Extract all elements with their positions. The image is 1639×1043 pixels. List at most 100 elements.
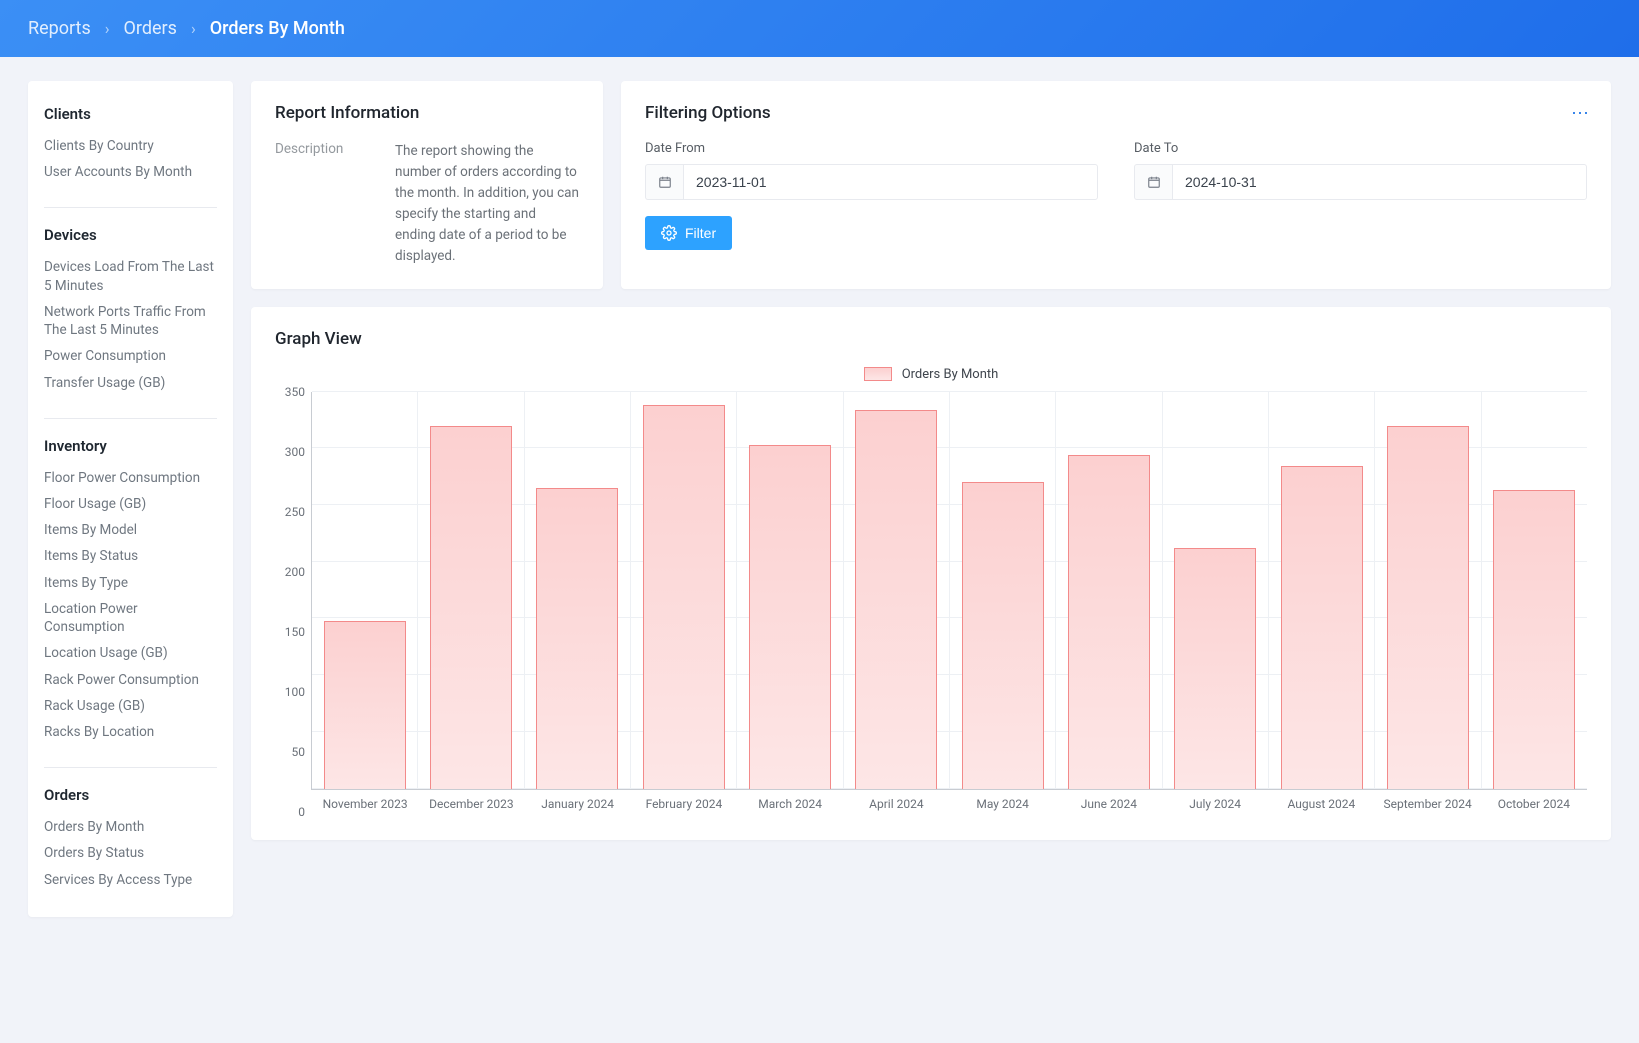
sidebar-item[interactable]: Floor Usage (GB) (44, 491, 217, 517)
y-tick: 100 (285, 685, 305, 699)
x-tick: February 2024 (631, 797, 737, 811)
y-tick: 0 (298, 805, 305, 819)
chart-x-axis: November 2023December 2023January 2024Fe… (312, 797, 1587, 811)
y-tick: 50 (292, 745, 306, 759)
filter-button-label: Filter (685, 225, 716, 241)
sidebar-item[interactable]: Devices Load From The Last 5 Minutes (44, 254, 217, 298)
bar[interactable] (643, 405, 725, 788)
sidebar-item[interactable]: Location Usage (GB) (44, 640, 217, 666)
sidebar-item[interactable]: Rack Usage (GB) (44, 693, 217, 719)
report-info-row: Description The report showing the numbe… (275, 141, 579, 267)
nav-group: Clients Clients By CountryUser Accounts B… (44, 105, 217, 185)
sidebar-item[interactable]: Items By Model (44, 517, 217, 543)
nav-group: Devices Devices Load From The Last 5 Minu… (44, 207, 217, 395)
bar-slot (844, 392, 950, 789)
description-label: Description (275, 141, 367, 267)
bar-slot (1269, 392, 1375, 789)
filter-button[interactable]: Filter (645, 216, 732, 250)
legend-swatch (864, 367, 892, 381)
report-info-header: Report Information (275, 103, 579, 123)
main-layout: Clients Clients By CountryUser Accounts B… (0, 57, 1639, 941)
filter-card: ⋯ Filtering Options Date From (621, 81, 1611, 289)
card-menu-icon[interactable]: ⋯ (1571, 103, 1591, 124)
x-tick: June 2024 (1056, 797, 1162, 811)
sidebar-item[interactable]: Items By Status (44, 543, 217, 569)
y-tick: 150 (285, 625, 305, 639)
breadcrumb-item: Orders By Month (210, 18, 345, 39)
date-to-label: Date To (1134, 141, 1587, 156)
sidebar-item[interactable]: Rack Power Consumption (44, 667, 217, 693)
date-from-label: Date From (645, 141, 1098, 156)
main-content: Report Information Description The repor… (251, 81, 1611, 840)
x-tick: November 2023 (312, 797, 418, 811)
bar[interactable] (962, 482, 1044, 788)
sidebar-item[interactable]: Services By Access Type (44, 867, 217, 893)
chevron-right-icon: › (105, 19, 110, 38)
y-tick: 300 (285, 445, 305, 459)
nav-group-title: Inventory (44, 437, 217, 455)
nav-group-title: Devices (44, 226, 217, 244)
bar-slot (1375, 392, 1481, 789)
bar[interactable] (1281, 466, 1363, 788)
x-tick: August 2024 (1268, 797, 1374, 811)
description-text: The report showing the number of orders … (395, 141, 579, 267)
nav-group-title: Clients (44, 105, 217, 123)
nav-group: Inventory Floor Power ConsumptionFloor Us… (44, 418, 217, 745)
sidebar-item[interactable]: Network Ports Traffic From The Last 5 Mi… (44, 299, 217, 343)
sidebar-item[interactable]: Power Consumption (44, 343, 217, 369)
report-info-card: Report Information Description The repor… (251, 81, 603, 289)
sidebar: Clients Clients By CountryUser Accounts B… (28, 81, 233, 917)
graph-card: Graph View Orders By Month 0501001502002… (251, 307, 1611, 840)
breadcrumb-item[interactable]: Orders (124, 18, 177, 39)
chevron-right-icon: › (191, 19, 196, 38)
x-tick: March 2024 (737, 797, 843, 811)
bar[interactable] (749, 445, 831, 789)
sidebar-item[interactable]: Orders By Status (44, 840, 217, 866)
chart-plot: November 2023December 2023January 2024Fe… (311, 392, 1587, 790)
legend-label: Orders By Month (902, 367, 999, 382)
graph-header: Graph View (275, 329, 1587, 349)
page-header: Reports › Orders › Orders By Month (0, 0, 1639, 57)
date-from-input[interactable] (683, 164, 1098, 200)
date-from-field: Date From (645, 141, 1098, 200)
y-tick: 350 (285, 385, 305, 399)
filter-fields: Date From Date To (645, 141, 1587, 200)
bar-slot (631, 392, 737, 789)
bar[interactable] (1174, 548, 1256, 788)
sidebar-item[interactable]: Items By Type (44, 570, 217, 596)
bar-slot (1163, 392, 1269, 789)
sidebar-item[interactable]: Floor Power Consumption (44, 465, 217, 491)
x-tick: December 2023 (418, 797, 524, 811)
breadcrumb-item[interactable]: Reports (28, 18, 91, 39)
bar-slot (950, 392, 1056, 789)
nav-group: Orders Orders By MonthOrders By StatusSer… (44, 767, 217, 893)
sidebar-item[interactable]: User Accounts By Month (44, 159, 217, 185)
x-tick: September 2024 (1375, 797, 1481, 811)
sidebar-item[interactable]: Transfer Usage (GB) (44, 370, 217, 396)
calendar-icon[interactable] (645, 164, 683, 200)
x-tick: October 2024 (1481, 797, 1587, 811)
bar[interactable] (430, 426, 512, 789)
breadcrumb: Reports › Orders › Orders By Month (28, 18, 1611, 39)
gear-icon (661, 225, 677, 241)
bar-slot (1482, 392, 1587, 789)
sidebar-item[interactable]: Orders By Month (44, 814, 217, 840)
bar[interactable] (1387, 426, 1469, 789)
bar[interactable] (1493, 490, 1575, 788)
bar-slot (418, 392, 524, 789)
sidebar-item[interactable]: Clients By Country (44, 133, 217, 159)
y-tick: 250 (285, 505, 305, 519)
calendar-icon[interactable] (1134, 164, 1172, 200)
date-to-input[interactable] (1172, 164, 1587, 200)
filter-header: Filtering Options (645, 103, 1587, 123)
bar[interactable] (1068, 455, 1150, 788)
chart-y-axis: 050100150200250300350 (275, 392, 311, 812)
bar[interactable] (855, 410, 937, 789)
sidebar-item[interactable]: Racks By Location (44, 719, 217, 745)
bar[interactable] (536, 488, 618, 789)
date-to-field: Date To (1134, 141, 1587, 200)
nav-group-title: Orders (44, 786, 217, 804)
sidebar-item[interactable]: Location Power Consumption (44, 596, 217, 640)
chart-legend: Orders By Month (275, 367, 1587, 382)
bar[interactable] (324, 621, 406, 789)
